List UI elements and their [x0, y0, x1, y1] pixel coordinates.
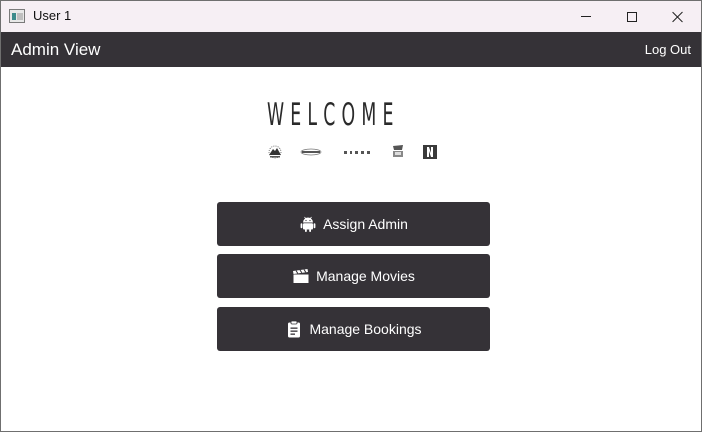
netflix-logo: [423, 145, 437, 159]
assign-admin-button[interactable]: Assign Admin: [217, 202, 490, 246]
manage-bookings-label: Manage Bookings: [309, 321, 422, 337]
clipboard-icon: [288, 320, 301, 338]
android-icon: [300, 216, 316, 232]
logout-link[interactable]: Log Out: [645, 42, 691, 57]
pixar-logo: [344, 151, 370, 154]
maximize-icon: [627, 11, 637, 22]
app-header: Admin View Log Out: [1, 32, 701, 67]
assign-admin-label: Assign Admin: [323, 216, 408, 232]
paramount-logo: [268, 145, 282, 159]
app-window: User 1 Admin View Log Out WELCOME Assign…: [0, 0, 702, 432]
clapperboard-icon: [293, 269, 309, 283]
minimize-button[interactable]: [563, 1, 609, 32]
close-icon: [672, 11, 684, 23]
welcome-heading: WELCOME: [267, 97, 400, 133]
warner-bros-logo: [393, 145, 403, 157]
studio-logos: [265, 144, 441, 160]
maximize-button[interactable]: [609, 1, 655, 32]
universal-logo: [300, 148, 322, 156]
manage-movies-button[interactable]: Manage Movies: [217, 254, 490, 298]
manage-movies-label: Manage Movies: [316, 268, 415, 284]
page-title: Admin View: [11, 40, 101, 59]
app-icon: [9, 9, 25, 23]
manage-bookings-button[interactable]: Manage Bookings: [217, 307, 490, 351]
minimize-icon: [581, 16, 591, 17]
window-title: User 1: [33, 8, 72, 23]
title-bar[interactable]: User 1: [1, 1, 701, 32]
close-button[interactable]: [655, 1, 701, 32]
